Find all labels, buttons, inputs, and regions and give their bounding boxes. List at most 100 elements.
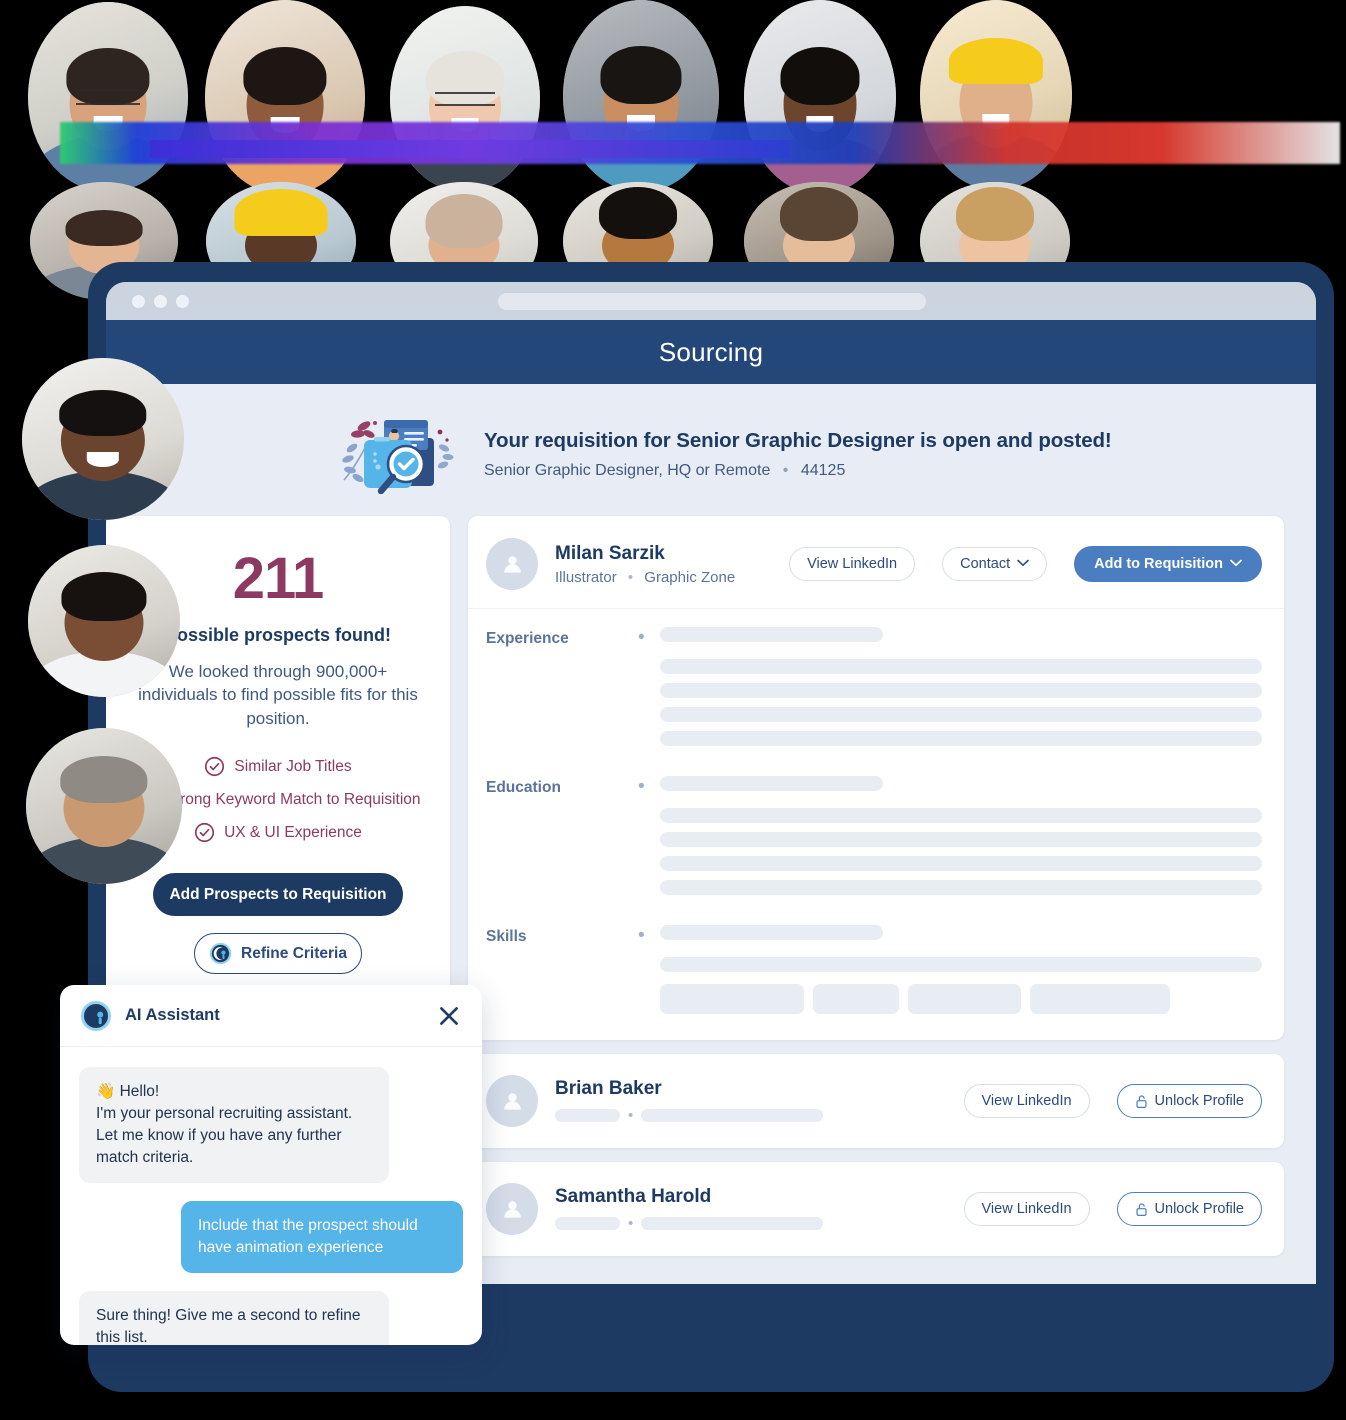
window-dot-close[interactable] xyxy=(132,294,145,308)
add-to-requisition-label: Add to Requisition xyxy=(1094,556,1223,572)
unlock-profile-button[interactable]: Unlock Profile xyxy=(1116,1084,1262,1118)
collage-photo-3 xyxy=(390,6,540,192)
placeholder-line xyxy=(660,880,1262,895)
chevron-down-icon xyxy=(1017,559,1029,570)
section-bullet: • xyxy=(638,776,645,797)
requisition-banner: Your requisition for Senior Graphic Desi… xyxy=(106,384,1316,516)
candidate-role: Illustrator xyxy=(555,568,617,586)
window-controls[interactable] xyxy=(132,294,189,308)
placeholder-line xyxy=(660,808,1262,823)
brand-logo-icon xyxy=(80,1000,112,1032)
section-label: Education xyxy=(486,779,561,796)
close-icon[interactable] xyxy=(436,1003,462,1029)
collage-photo-2 xyxy=(205,0,365,195)
chat-message-bot: Sure thing! Give me a second to refine t… xyxy=(79,1291,389,1345)
candidate-meta-placeholder: • xyxy=(555,1215,824,1232)
placeholder-line xyxy=(641,1217,824,1230)
requisition-search-illustration xyxy=(334,414,462,495)
lock-open-icon xyxy=(1135,1094,1148,1109)
skill-chip xyxy=(660,984,804,1014)
section-placeholder-lines xyxy=(660,925,1262,1014)
collage-photo-5 xyxy=(744,0,896,194)
ai-assistant-messages: 👋 Hello! I'm your personal recruiting as… xyxy=(60,1047,482,1345)
check-circle-icon xyxy=(204,756,225,777)
candidate-name: Milan Sarzik xyxy=(555,542,665,564)
ai-assistant-title: AI Assistant xyxy=(125,1006,220,1024)
candidate-card-locked: Brian Baker • View LinkedIn Unlock Profi… xyxy=(468,1054,1284,1148)
candidate-name: Samantha Harold xyxy=(555,1186,712,1207)
skill-chips xyxy=(660,984,1262,1014)
requisition-id: 44125 xyxy=(800,461,846,479)
placeholder-line xyxy=(660,627,883,642)
person-avatar-icon xyxy=(486,1183,538,1235)
browser-chrome xyxy=(106,282,1316,320)
placeholder-line xyxy=(660,707,1262,722)
criteria-label: UX & UI Experience xyxy=(224,823,362,841)
candidate-name: Brian Baker xyxy=(555,1078,662,1099)
add-prospects-to-requisition-button[interactable]: Add Prospects to Requisition xyxy=(153,873,403,917)
placeholder-line xyxy=(660,776,883,791)
refine-criteria-label: Refine Criteria xyxy=(241,944,347,962)
section-placeholder-lines xyxy=(660,776,1262,895)
placeholder-line xyxy=(555,1109,620,1122)
placeholder-line xyxy=(660,957,1262,972)
candidate-header: Milan Sarzik Illustrator • Graphic Zone … xyxy=(468,516,1284,609)
section-bullet: • xyxy=(638,627,645,648)
check-circle-icon xyxy=(194,822,215,843)
unlock-profile-button[interactable]: Unlock Profile xyxy=(1116,1192,1262,1226)
candidate-section-skills: Skills • xyxy=(468,895,1284,1040)
add-to-requisition-button[interactable]: Add to Requisition xyxy=(1074,546,1262,582)
candidate-section-experience: Experience • xyxy=(468,609,1284,746)
requisition-role: Senior Graphic Designer, HQ or Remote xyxy=(484,461,771,479)
unlock-profile-label: Unlock Profile xyxy=(1154,1201,1244,1217)
placeholder-line xyxy=(660,925,883,940)
collage-side-photo-1 xyxy=(22,358,184,520)
lock-open-icon xyxy=(1135,1202,1148,1217)
window-dot-maximize[interactable] xyxy=(176,294,189,308)
placeholder-line xyxy=(660,832,1262,847)
requisition-headline: Your requisition for Senior Graphic Desi… xyxy=(484,428,1112,452)
section-label: Experience xyxy=(486,630,569,647)
candidate-identity: Brian Baker • xyxy=(555,1078,824,1124)
address-bar[interactable] xyxy=(498,293,926,310)
page-title: Sourcing xyxy=(658,336,764,367)
contact-button[interactable]: Contact xyxy=(942,547,1048,581)
app-header: Sourcing xyxy=(106,320,1316,384)
window-dot-minimize[interactable] xyxy=(154,294,167,308)
candidate-section-education: Education • xyxy=(468,746,1284,895)
candidates-column: Milan Sarzik Illustrator • Graphic Zone … xyxy=(468,516,1284,1256)
placeholder-line xyxy=(641,1109,824,1122)
candidate-meta-separator: • xyxy=(627,568,634,586)
person-avatar-icon xyxy=(486,538,538,590)
ai-assistant-panel: AI Assistant 👋 Hello! I'm your personal … xyxy=(60,985,482,1345)
view-linkedin-button[interactable]: View LinkedIn xyxy=(963,1084,1090,1118)
candidate-row: Samantha Harold • View LinkedIn Unlock P… xyxy=(468,1162,1284,1256)
placeholder-line xyxy=(660,683,1262,698)
candidate-company: Graphic Zone xyxy=(644,568,736,586)
collage-side-photo-2 xyxy=(28,545,180,697)
candidate-identity: Samantha Harold • xyxy=(555,1186,824,1232)
section-label: Skills xyxy=(486,928,527,945)
chat-message-bot: 👋 Hello! I'm your personal recruiting as… xyxy=(79,1067,389,1183)
candidate-meta-placeholder: • xyxy=(555,1107,824,1124)
candidate-meta: Illustrator • Graphic Zone xyxy=(555,569,735,586)
chevron-down-icon xyxy=(1230,559,1242,570)
ai-assistant-header: AI Assistant xyxy=(60,985,482,1047)
requisition-separator: • xyxy=(782,461,789,479)
skill-chip xyxy=(1030,984,1170,1014)
placeholder-line xyxy=(660,856,1262,871)
requisition-text: Your requisition for Senior Graphic Desi… xyxy=(484,429,1112,480)
unlock-profile-label: Unlock Profile xyxy=(1154,1093,1244,1109)
refine-criteria-button[interactable]: Refine Criteria xyxy=(194,933,362,975)
meta-separator: • xyxy=(628,1107,634,1124)
placeholder-line xyxy=(660,659,1262,674)
view-linkedin-button[interactable]: View LinkedIn xyxy=(963,1192,1090,1226)
brand-logo-icon xyxy=(209,942,232,965)
candidate-card-featured: Milan Sarzik Illustrator • Graphic Zone … xyxy=(468,516,1284,1040)
section-placeholder-lines xyxy=(660,627,1262,746)
criteria-label: Strong Keyword Match to Requisition xyxy=(165,790,421,808)
view-linkedin-button[interactable]: View LinkedIn xyxy=(789,547,916,581)
candidate-row: Brian Baker • View LinkedIn Unlock Profi… xyxy=(468,1054,1284,1148)
placeholder-line xyxy=(555,1217,620,1230)
placeholder-line xyxy=(660,731,1262,746)
